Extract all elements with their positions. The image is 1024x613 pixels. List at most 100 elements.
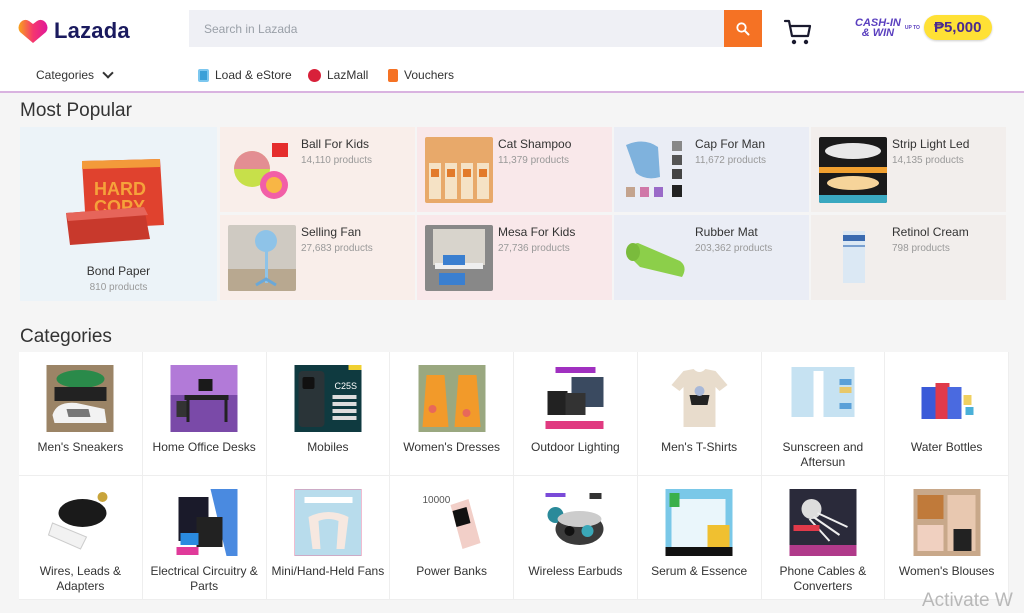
svg-text:C25S: C25S <box>334 381 357 391</box>
logo-heart-icon <box>18 19 48 43</box>
categories-dropdown[interactable]: Categories <box>36 66 114 82</box>
cash-in-promo-banner[interactable]: CASH-IN & WIN UP TO ₱5,000 <box>855 15 992 40</box>
popular-item-rubber-mat[interactable]: Rubber Mat 203,362 products <box>614 215 809 300</box>
category-outdoor-lighting[interactable]: Outdoor Lighting <box>514 352 638 476</box>
most-popular-grid: HARD COPY Bond Paper 810 products Ball F… <box>20 127 1009 301</box>
activate-windows-watermark: Activate W <box>922 590 1013 611</box>
category-phone-cables[interactable]: Phone Cables & Converters <box>761 476 886 600</box>
popular-item-cat-shampoo[interactable]: Cat Shampoo 11,379 products <box>417 127 612 212</box>
phone-icon <box>198 68 209 82</box>
nav-link-label: Vouchers <box>404 68 455 82</box>
nav-link-label: Load & eStore <box>215 68 292 82</box>
categories-title: Categories <box>20 326 112 347</box>
category-label: Sunscreen and Aftersun <box>782 440 864 469</box>
category-womens-dresses[interactable]: Women's Dresses <box>390 352 514 476</box>
category-label: Women's Blouses <box>898 564 995 578</box>
item-count: 798 products <box>892 243 950 254</box>
category-label: Men's T-Shirts <box>661 440 738 454</box>
item-count: 11,379 products <box>498 155 569 166</box>
power-bank-image: 10000 <box>418 489 486 556</box>
item-count: 14,135 products <box>892 155 964 166</box>
category-womens-blouses[interactable]: Women's Blouses <box>885 476 1009 600</box>
category-label: Water Bottles <box>910 440 983 454</box>
item-name: Rubber Mat <box>695 225 758 239</box>
nav-link-load-estore[interactable]: Load & eStore <box>198 68 292 82</box>
extension-cord-image <box>46 489 114 556</box>
nav-link-vouchers[interactable]: Vouchers <box>388 68 454 82</box>
earbuds-image <box>541 489 609 556</box>
featured-name: Bond Paper <box>86 264 151 278</box>
category-label: Power Banks <box>416 564 487 578</box>
category-label: Men's Sneakers <box>37 440 124 454</box>
category-serum-essence[interactable]: Serum & Essence <box>637 476 762 600</box>
category-label: Serum & Essence <box>651 564 748 578</box>
category-label: Home Office Desks <box>152 440 256 454</box>
category-electrical-circuitry[interactable]: Electrical Circuitry & Parts <box>142 476 267 600</box>
categories-grid: Men's Sneakers Home Office Desks C25S Mo… <box>19 352 1009 600</box>
promo-upto: UP TO <box>904 24 920 31</box>
solar-light-image <box>541 365 609 432</box>
nav-link-label: LazMall <box>327 68 369 82</box>
nav-bar: Categories Load & eStore LazMall Voucher… <box>0 64 1024 88</box>
promo-line-2: & WIN <box>861 26 895 39</box>
category-mens-sneakers[interactable]: Men's Sneakers <box>19 352 143 476</box>
dress-image <box>418 365 486 432</box>
category-mobiles[interactable]: C25S Mobiles <box>266 352 391 476</box>
fan-image <box>228 225 296 291</box>
most-popular-title: Most Popular <box>20 100 132 121</box>
category-label: Phone Cables & Converters <box>779 564 867 593</box>
item-count: 27,736 products <box>498 243 570 254</box>
search-bar <box>189 10 762 47</box>
serum-image <box>665 489 733 556</box>
cart-icon[interactable] <box>783 18 813 46</box>
item-count: 11,672 products <box>695 155 766 166</box>
category-sunscreen-aftersun[interactable]: Sunscreen and Aftersun <box>761 352 886 476</box>
phone-cable-image <box>789 489 857 556</box>
category-label: Women's Dresses <box>403 440 500 454</box>
category-label: Wires, Leads & Adapters <box>39 564 122 593</box>
categories-label: Categories <box>36 68 95 82</box>
sunscreen-image <box>789 365 857 432</box>
mobile-image: C25S <box>294 365 362 432</box>
category-mens-t-shirts[interactable]: Men's T-Shirts <box>637 352 762 476</box>
category-home-office-desks[interactable]: Home Office Desks <box>142 352 267 476</box>
lazada-logo[interactable]: Lazada <box>18 18 130 44</box>
search-input[interactable] <box>189 10 724 47</box>
voucher-icon <box>388 68 398 82</box>
item-name: Ball For Kids <box>301 137 370 151</box>
category-label: Mini/Hand-Held Fans <box>271 564 385 578</box>
category-label: Wireless Earbuds <box>528 564 623 578</box>
item-count: 14,110 products <box>301 155 372 166</box>
mesa-image <box>425 225 493 291</box>
nav-link-lazmall[interactable]: LazMall <box>308 68 368 82</box>
water-bottle-image <box>913 365 981 432</box>
promo-title: CASH-IN & WIN <box>855 17 901 39</box>
item-name: Cap For Man <box>695 137 766 151</box>
popular-item-selling-fan[interactable]: Selling Fan 27,683 products <box>220 215 415 300</box>
neck-fan-image <box>294 489 362 556</box>
chevron-down-icon <box>102 66 114 79</box>
category-water-bottles[interactable]: Water Bottles <box>885 352 1009 476</box>
item-name: Mesa For Kids <box>498 225 576 239</box>
item-name: Cat Shampoo <box>498 137 572 151</box>
svg-text:10000: 10000 <box>422 495 450 506</box>
item-count: 27,683 products <box>301 243 373 254</box>
popular-item-mesa-for-kids[interactable]: Mesa For Kids 27,736 products <box>417 215 612 300</box>
popular-item-cap-for-man[interactable]: Cap For Man 11,672 products <box>614 127 809 212</box>
category-power-banks[interactable]: 10000 Power Banks <box>390 476 514 600</box>
item-name: Selling Fan <box>301 225 362 239</box>
category-mini-handheld-fans[interactable]: Mini/Hand-Held Fans <box>266 476 391 600</box>
category-wires-leads-adapters[interactable]: Wires, Leads & Adapters <box>19 476 143 600</box>
search-button[interactable] <box>724 10 762 47</box>
featured-count: 810 products <box>89 282 148 293</box>
popular-item-ball-for-kids[interactable]: Ball For Kids 14,110 products <box>220 127 415 212</box>
most-popular-featured[interactable]: HARD COPY Bond Paper 810 products <box>20 127 217 301</box>
cap-image <box>626 141 682 197</box>
t-shirt-image <box>665 365 733 432</box>
popular-item-strip-light-led[interactable]: Strip Light Led 14,135 products <box>811 127 1006 212</box>
desk-image <box>170 365 238 432</box>
category-wireless-earbuds[interactable]: Wireless Earbuds <box>514 476 638 600</box>
promo-amount: ₱5,000 <box>923 15 992 40</box>
category-label: Outdoor Lighting <box>531 440 620 454</box>
popular-item-retinol-cream[interactable]: Retinol Cream 798 products <box>811 215 1006 300</box>
